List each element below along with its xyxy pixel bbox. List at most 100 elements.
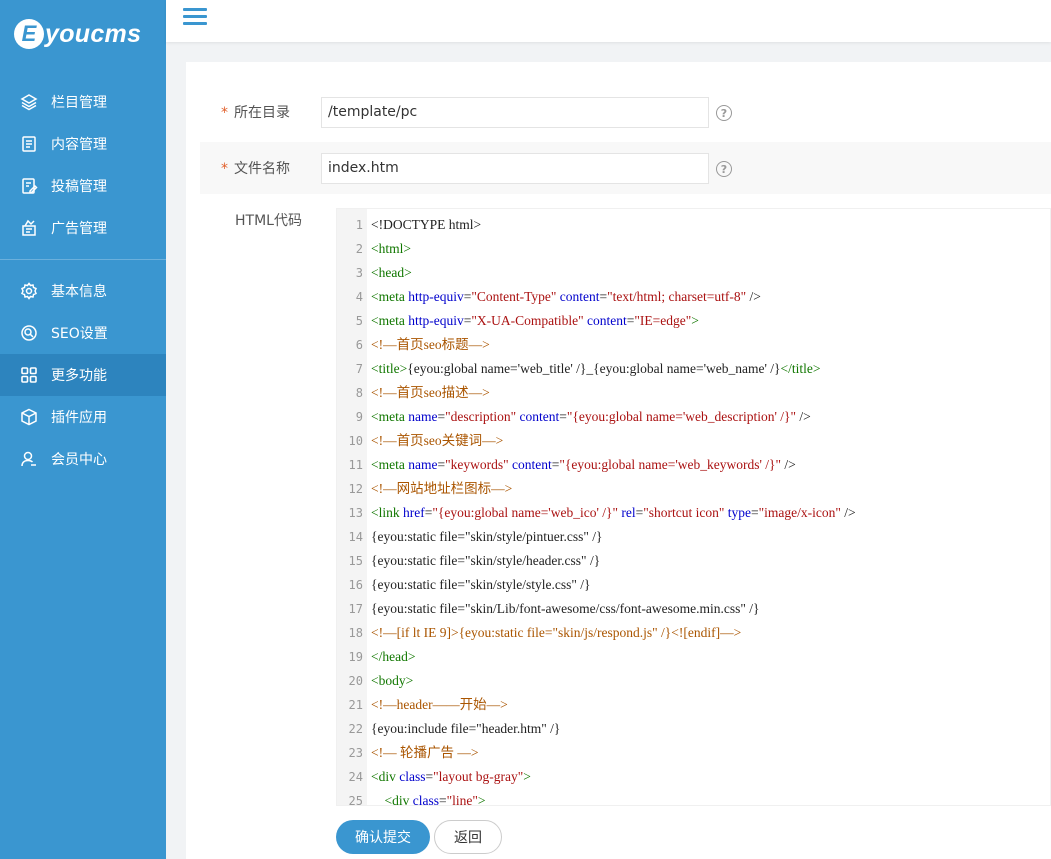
submit-button[interactable]: 确认提交: [336, 820, 430, 854]
code-text: <!DOCTYPE html>: [371, 217, 482, 232]
line-number: 23: [348, 746, 363, 760]
sidebar-group-system: 基本信息 SEO设置 更多功能 插件应用 会员中心: [0, 260, 166, 480]
code-text: {eyou:include file="header.htm" /}: [371, 721, 561, 736]
code-text: <!—[if lt IE 9]>{eyou:static file="skin/…: [371, 625, 742, 640]
sidebar-item-plugins[interactable]: 插件应用: [0, 396, 166, 438]
code-text: {eyou:static file="skin/style/style.css"…: [371, 577, 591, 592]
back-button[interactable]: 返回: [434, 820, 502, 854]
logo-mark: E: [14, 19, 44, 49]
sidebar-item-label: 基本信息: [51, 284, 107, 300]
directory-field[interactable]: /template/pc: [321, 96, 709, 128]
line-number: 3: [355, 266, 363, 280]
line-number: 2: [355, 242, 363, 256]
sidebar-item-columns[interactable]: 栏目管理: [0, 81, 166, 123]
filename-row: * 文件名称 index.htm ?: [200, 142, 1051, 194]
line-number: 18: [348, 626, 363, 640]
line-number: 24: [348, 770, 363, 784]
top-bar: [166, 0, 1051, 42]
directory-label: * 所在目录: [200, 102, 321, 122]
gear-icon: [20, 282, 38, 300]
directory-row: * 所在目录 /template/pc ?: [200, 92, 1051, 132]
code-text: <meta name="description" content="{eyou:…: [371, 409, 811, 424]
line-number: 20: [348, 674, 363, 688]
line-number: 12: [348, 482, 363, 496]
code-text: <head>: [371, 265, 412, 280]
line-number: 4: [355, 290, 363, 304]
code-text: {eyou:static file="skin/style/pintuer.cs…: [371, 529, 603, 544]
code-text: <div class="line">: [384, 793, 486, 806]
line-number: 16: [348, 578, 363, 592]
layers-icon: [20, 93, 38, 111]
code-label: HTML代码: [235, 213, 302, 229]
edit-icon: [20, 177, 38, 195]
code-text: <!— 轮播广告 —>: [371, 745, 479, 760]
sidebar-item-label: 会员中心: [51, 452, 107, 468]
user-icon: [20, 450, 38, 468]
grid-icon: [20, 366, 38, 384]
line-number: 25: [348, 794, 363, 806]
sidebar: E youcms 栏目管理 内容管理 投稿管理 广告管理 基本信息 SEO设置 …: [0, 0, 166, 859]
line-number: 6: [355, 338, 363, 352]
sidebar-item-label: SEO设置: [51, 326, 108, 342]
line-number: 13: [348, 506, 363, 520]
menu-toggle-icon[interactable]: [183, 8, 207, 28]
sidebar-item-label: 更多功能: [51, 368, 107, 384]
sidebar-item-basic-info[interactable]: 基本信息: [0, 270, 166, 312]
sidebar-item-content[interactable]: 内容管理: [0, 123, 166, 165]
line-number: 10: [348, 434, 363, 448]
code-text: <meta http-equiv="Content-Type" content=…: [371, 289, 761, 304]
filename-label-text: 文件名称: [234, 161, 290, 177]
seo-icon: [20, 324, 38, 342]
line-number: 8: [355, 386, 363, 400]
help-icon[interactable]: ?: [716, 105, 732, 121]
code-text: <!—网站地址栏图标—>: [371, 481, 513, 496]
required-mark: *: [221, 105, 228, 121]
help-icon[interactable]: ?: [716, 161, 732, 177]
required-mark: *: [221, 161, 228, 177]
sidebar-item-submissions[interactable]: 投稿管理: [0, 165, 166, 207]
code-editor[interactable]: 1 <!DOCTYPE html> 2 <html> 3 <head> 4 <meta htt…: [336, 208, 1051, 806]
sidebar-item-ads[interactable]: 广告管理: [0, 207, 166, 249]
code-text: <!—首页seo描述—>: [371, 385, 490, 400]
filename-field[interactable]: index.htm: [321, 152, 709, 184]
main-panel: * 所在目录 /template/pc ? * 文件名称 index.htm ? H…: [186, 62, 1051, 859]
sidebar-item-members[interactable]: 会员中心: [0, 438, 166, 480]
filename-label: * 文件名称: [200, 158, 321, 178]
sidebar-item-more-features[interactable]: 更多功能: [0, 354, 166, 396]
code-text: <!—header——开始—>: [371, 697, 508, 712]
sidebar-group-content: 栏目管理 内容管理 投稿管理 广告管理: [0, 68, 166, 249]
line-number: 15: [348, 554, 363, 568]
code-text: <!—首页seo标题—>: [371, 337, 490, 352]
cube-icon: [20, 408, 38, 426]
line-number: 9: [355, 410, 363, 424]
code-text: <div class="layout bg-gray">: [371, 769, 531, 784]
sidebar-item-label: 广告管理: [51, 221, 107, 237]
line-number: 17: [348, 602, 363, 616]
sidebar-item-label: 栏目管理: [51, 95, 107, 111]
line-number: 19: [348, 650, 363, 664]
line-number: 14: [348, 530, 363, 544]
sidebar-item-label: 插件应用: [51, 410, 107, 426]
code-text: {eyou:static file="skin/Lib/font-awesome…: [371, 601, 760, 616]
code-text: </head>: [371, 649, 416, 664]
document-icon: [20, 135, 38, 153]
line-number: 22: [348, 722, 363, 736]
sidebar-item-seo[interactable]: SEO设置: [0, 312, 166, 354]
line-number: 5: [355, 314, 363, 328]
code-text: <body>: [371, 673, 414, 688]
logo[interactable]: E youcms: [0, 0, 166, 68]
line-number: 1: [355, 218, 363, 232]
line-number: 7: [355, 362, 363, 376]
logo-text: youcms: [45, 19, 142, 48]
code-text: {eyou:static file="skin/style/header.css…: [371, 553, 601, 568]
line-number: 21: [348, 698, 363, 712]
code-text: <meta name="keywords" content="{eyou:glo…: [371, 457, 796, 472]
directory-label-text: 所在目录: [234, 105, 290, 121]
ad-icon: [20, 219, 38, 237]
code-text: <!—首页seo关键词—>: [371, 433, 504, 448]
code-text: <meta http-equiv="X-UA-Compatible" conte…: [371, 313, 699, 328]
sidebar-item-label: 内容管理: [51, 137, 107, 153]
code-text: <link href="{eyou:global name='web_ico' …: [371, 505, 856, 520]
line-number: 11: [348, 458, 363, 472]
sidebar-item-label: 投稿管理: [51, 179, 107, 195]
